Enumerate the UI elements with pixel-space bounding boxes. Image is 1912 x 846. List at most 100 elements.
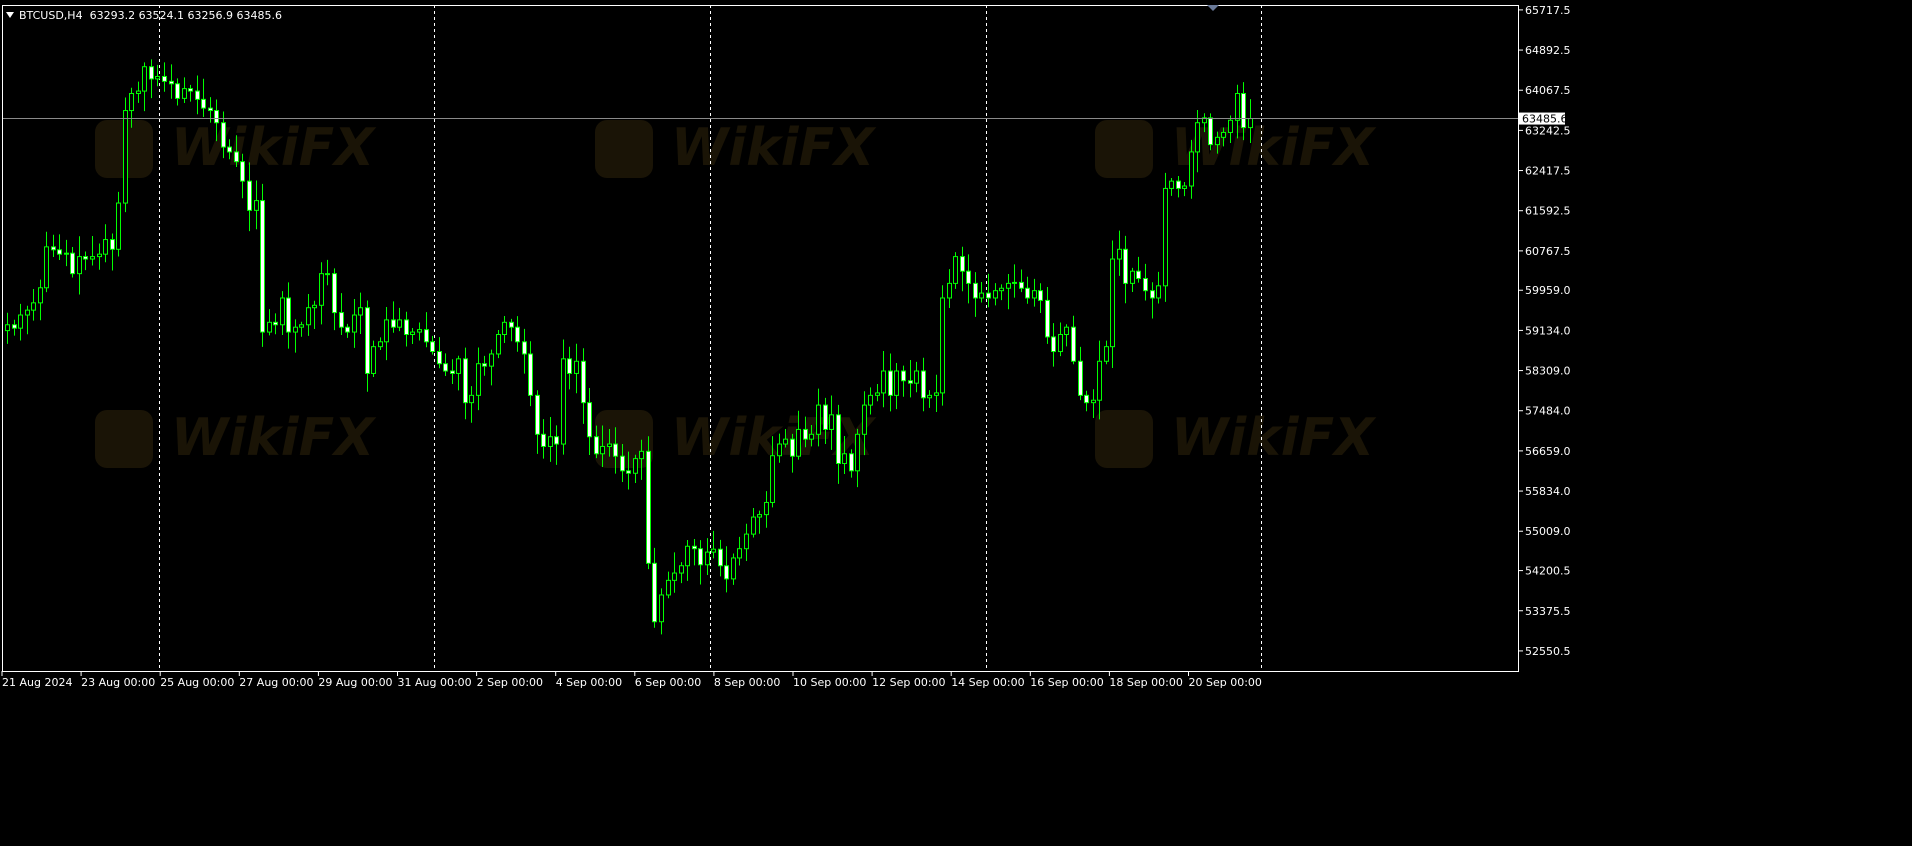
y-tick-label: 59959.0 — [1525, 284, 1571, 297]
bear-candle — [966, 270, 971, 284]
watermark-layer: WikiFX WikiFX WikiFXWikiFX WikiFX WikiFX — [95, 118, 1377, 468]
bear-candle — [1038, 290, 1043, 301]
watermark-text: WikiFX — [1171, 408, 1377, 468]
x-tick-label: 16 Sep 00:00 — [1030, 676, 1103, 689]
bear-candle — [482, 363, 487, 367]
y-tick-label: 61592.5 — [1525, 205, 1571, 218]
bull-candle — [97, 253, 102, 258]
bear-candle — [1025, 287, 1030, 299]
bear-candle — [849, 453, 854, 472]
y-tick-label: 62417.5 — [1525, 165, 1571, 178]
bull-candle — [142, 66, 147, 92]
bull-candle — [999, 287, 1004, 292]
y-tick-label: 65717.5 — [1525, 4, 1571, 17]
bear-candle — [613, 443, 618, 457]
bear-candle — [273, 321, 278, 326]
bull-candle — [476, 363, 481, 396]
bull-candle — [502, 321, 507, 335]
bull-candle — [574, 360, 579, 374]
bull-candle — [816, 404, 821, 435]
bear-candle — [581, 360, 586, 404]
bull-candle — [764, 501, 769, 516]
bull-candle — [705, 551, 710, 566]
dropdown-triangle-icon[interactable] — [6, 12, 14, 18]
bear-candle — [1123, 248, 1128, 284]
bull-candle — [875, 392, 880, 396]
bear-candle — [1208, 117, 1213, 146]
bear-candle — [973, 282, 978, 299]
bull-candle — [1215, 136, 1220, 146]
bear-candle — [522, 341, 527, 355]
bull-candle — [927, 394, 932, 399]
bull-candle — [397, 319, 402, 328]
bull-candle — [868, 394, 873, 406]
bull-candle — [672, 572, 677, 581]
bull-candle — [18, 314, 23, 329]
candlestick-chart-svg[interactable]: WikiFX WikiFX WikiFXWikiFX WikiFX WikiFX 657… — [0, 0, 1912, 842]
bull-candle — [90, 256, 95, 260]
bull-candle — [155, 75, 160, 80]
price-chart[interactable]: WikiFX WikiFX WikiFX WikiFX WikiFX WikiFX 657… — [0, 0, 1912, 842]
bull-candle — [953, 256, 958, 284]
bear-candle — [1176, 180, 1181, 189]
y-tick-label: 59134.0 — [1525, 324, 1571, 337]
bear-candle — [450, 370, 455, 374]
bull-candle — [783, 438, 788, 445]
shift-marker-icon[interactable] — [1207, 5, 1219, 11]
bull-candle — [319, 273, 324, 306]
bear-candle — [535, 394, 540, 435]
watermark-logo-icon — [1095, 410, 1153, 468]
bull-candle — [679, 565, 684, 574]
bull-candle — [751, 516, 756, 535]
bull-candle — [1012, 281, 1017, 284]
bear-candle — [227, 146, 232, 153]
bull-candle — [1130, 270, 1135, 284]
bull-candle — [1248, 118, 1253, 129]
bear-candle — [1078, 360, 1083, 396]
bull-candle — [934, 392, 939, 396]
bear-candle — [698, 548, 703, 566]
y-tick-label: 55009.0 — [1525, 525, 1571, 538]
x-tick-label: 29 Aug 00:00 — [318, 676, 392, 689]
bear-candle — [149, 66, 154, 80]
x-tick-label: 8 Sep 00:00 — [714, 676, 780, 689]
y-tick-label: 54200.5 — [1525, 565, 1571, 578]
bull-candle — [280, 297, 285, 326]
bear-candle — [1084, 394, 1089, 404]
y-tick-label: 60767.5 — [1525, 245, 1571, 258]
bull-candle — [711, 548, 716, 553]
bull-candle — [600, 445, 605, 455]
bear-candle — [208, 107, 213, 112]
bear-candle — [1045, 299, 1050, 338]
bull-candle — [5, 324, 10, 332]
x-tick-label: 31 Aug 00:00 — [398, 676, 472, 689]
bear-candle — [652, 562, 657, 623]
x-tick-label: 4 Sep 00:00 — [556, 676, 622, 689]
bull-candle — [1064, 326, 1069, 335]
y-tick-label: 53375.5 — [1525, 605, 1571, 618]
symbol-name: BTCUSD,H4 — [19, 9, 83, 22]
bear-candle — [162, 75, 167, 82]
x-tick-label: 18 Sep 00:00 — [1109, 676, 1182, 689]
bear-candle — [345, 326, 350, 333]
bull-candle — [979, 292, 984, 299]
x-tick-label: 21 Aug 2024 — [2, 676, 72, 689]
bull-candle — [1235, 93, 1240, 121]
bull-candle — [894, 370, 899, 396]
bull-candle — [842, 453, 847, 465]
x-tick-label: 27 Aug 00:00 — [239, 676, 313, 689]
y-tick-label: 56659.0 — [1525, 445, 1571, 458]
bear-candle — [646, 450, 651, 564]
bull-candle — [1091, 399, 1096, 404]
bull-candle — [914, 370, 919, 384]
y-tick-label: 57484.0 — [1525, 405, 1571, 418]
bull-candle — [267, 321, 272, 333]
symbol-header[interactable]: BTCUSD,H4 63293.2 63524.1 63256.9 63485.… — [6, 9, 282, 22]
bull-candle — [829, 414, 834, 430]
x-tick-label: 25 Aug 00:00 — [160, 676, 234, 689]
bear-candle — [437, 351, 442, 365]
bear-candle — [724, 565, 729, 580]
bear-candle — [823, 404, 828, 430]
bear-candle — [587, 402, 592, 438]
bear-candle — [1019, 281, 1024, 289]
